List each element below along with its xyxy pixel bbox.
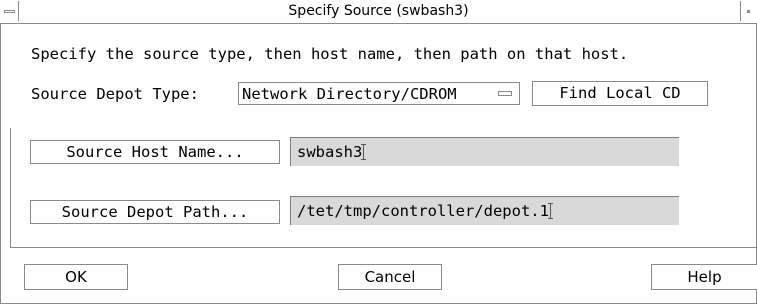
cancel-button[interactable]: Cancel	[338, 264, 442, 290]
text-cursor-icon	[361, 144, 367, 160]
source-host-name-field[interactable]: swbash3	[290, 137, 679, 166]
instruction-text: Specify the source type, then host name,…	[31, 45, 629, 63]
option-menu-indicator-icon	[498, 91, 512, 96]
source-depot-path-value: /tet/tmp/controller/depot.1	[297, 202, 549, 220]
minimize-button[interactable]	[740, 1, 757, 21]
source-depot-type-select[interactable]: Network Directory/CDROM	[238, 82, 520, 105]
source-depot-type-value: Network Directory/CDROM	[242, 85, 457, 103]
help-button[interactable]: Help	[651, 264, 757, 290]
source-depot-type-label: Source Depot Type:	[31, 85, 199, 103]
title-bar[interactable]: Specify Source (swbash3)	[0, 0, 757, 24]
source-depot-path-field[interactable]: /tet/tmp/controller/depot.1	[290, 196, 679, 225]
ok-button[interactable]: OK	[24, 264, 128, 290]
text-cursor-icon	[547, 203, 553, 219]
source-host-name-button[interactable]: Source Host Name...	[30, 140, 280, 164]
find-local-cd-button[interactable]: Find Local CD	[532, 81, 708, 106]
frame-rule	[10, 128, 11, 248]
window-title: Specify Source (swbash3)	[288, 3, 469, 19]
source-host-name-value: swbash3	[297, 143, 363, 161]
minimize-icon	[747, 10, 750, 13]
button-area-separator	[10, 247, 757, 248]
source-depot-path-button[interactable]: Source Depot Path...	[30, 200, 280, 224]
